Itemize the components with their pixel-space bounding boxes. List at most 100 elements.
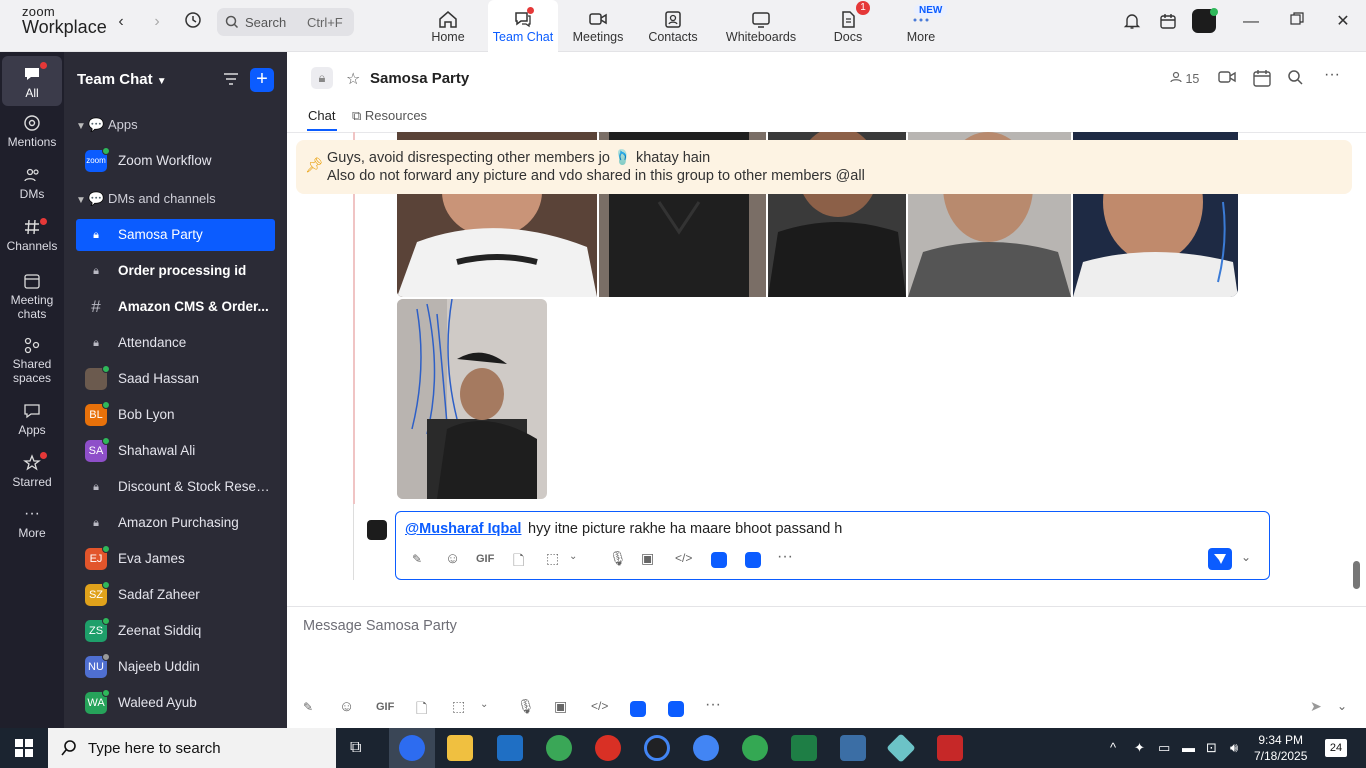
- app-blue-icon[interactable]: [668, 701, 684, 717]
- app-blue-icon[interactable]: [745, 552, 761, 568]
- more-options-icon[interactable]: ···: [705, 696, 721, 714]
- rail-apps[interactable]: Apps: [2, 402, 62, 437]
- back-arrow-icon[interactable]: ‹: [110, 11, 132, 33]
- nav-whiteboards[interactable]: Whiteboards: [721, 0, 801, 52]
- tray-network-icon[interactable]: ⊡: [1206, 740, 1217, 756]
- format-icon[interactable]: ✎: [303, 700, 313, 714]
- file-explorer-icon[interactable]: [447, 735, 473, 761]
- scrollbar-thumb[interactable]: [1353, 561, 1360, 589]
- notification-center[interactable]: 24: [1325, 739, 1347, 757]
- code-icon[interactable]: </>: [675, 551, 692, 565]
- chrome-icon[interactable]: [644, 735, 670, 761]
- chrome-icon[interactable]: [595, 735, 621, 761]
- chat-item-bob-lyon[interactable]: BL Bob Lyon: [76, 399, 275, 431]
- tray-display-icon[interactable]: ▭: [1158, 740, 1170, 756]
- nav-docs[interactable]: 1 Docs: [813, 0, 883, 52]
- calendar-gift-icon[interactable]: [1158, 12, 1178, 32]
- nav-home[interactable]: Home: [413, 0, 483, 52]
- section-apps[interactable]: ▼ 💬 Apps: [76, 115, 138, 135]
- edit-message-text[interactable]: hyy itne picture rakhe ha maare bhoot pa…: [528, 521, 842, 537]
- section-dms-channels[interactable]: ▼ 💬 DMs and channels: [76, 189, 216, 209]
- calculator-icon[interactable]: [840, 735, 866, 761]
- tray-chevron-icon[interactable]: ^: [1110, 740, 1116, 755]
- windows-start-icon[interactable]: [15, 739, 33, 760]
- screenshot-icon[interactable]: ⬚: [546, 550, 559, 567]
- rail-more[interactable]: ··· More: [2, 506, 62, 541]
- nav-team-chat[interactable]: Team Chat: [488, 0, 558, 52]
- tab-chat[interactable]: Chat: [308, 108, 335, 123]
- tab-resources[interactable]: ⧉ Resources: [352, 108, 427, 124]
- chat-item-waleed-ayub[interactable]: WA Waleed Ayub: [76, 687, 275, 719]
- emoji-icon[interactable]: ☺: [445, 550, 460, 567]
- calendar-icon[interactable]: [1253, 69, 1271, 90]
- file-icon[interactable]: 🗋︎: [513, 550, 524, 574]
- format-icon[interactable]: ✎: [412, 552, 422, 566]
- chevron-down-icon[interactable]: ⌄: [1241, 550, 1251, 564]
- outlook-icon[interactable]: [497, 735, 523, 761]
- rail-shared-spaces[interactable]: Shared spaces: [2, 336, 62, 385]
- edit-message-box[interactable]: @Musharaf Iqbal hyy itne picture rakhe h…: [395, 511, 1270, 580]
- task-view-icon[interactable]: ⧉: [350, 739, 361, 757]
- chat-item-discount-stock[interactable]: 🔒︎ Discount & Stock Reser...: [76, 471, 275, 503]
- pinned-message[interactable]: 📌︎ Guys, avoid disrespecting other membe…: [296, 140, 1352, 194]
- code-icon[interactable]: </>: [591, 699, 608, 713]
- rail-mentions[interactable]: Mentions: [2, 114, 62, 149]
- nav-meetings[interactable]: Meetings: [563, 0, 633, 52]
- chrome-icon[interactable]: [546, 735, 572, 761]
- chat-item-attendance[interactable]: 🔒︎ Attendance: [76, 327, 275, 359]
- send-button[interactable]: [1208, 548, 1232, 570]
- chat-item-shahawal-ali[interactable]: SA Shahawal Ali: [76, 435, 275, 467]
- emoji-icon[interactable]: ☺: [339, 698, 354, 715]
- chat-item-amazon-cms[interactable]: # Amazon CMS & Order...: [76, 291, 275, 323]
- filter-icon[interactable]: [222, 70, 240, 91]
- rail-all[interactable]: All: [2, 56, 62, 106]
- search-input[interactable]: Search Ctrl+F: [217, 8, 354, 36]
- more-options-icon[interactable]: ···: [1324, 66, 1340, 84]
- chat-item-zeenat-siddiq[interactable]: ZS Zeenat Siddiq: [76, 615, 275, 647]
- microphone-icon[interactable]: 🎙︎: [517, 698, 535, 715]
- restore-icon[interactable]: [1287, 12, 1307, 32]
- excel-icon[interactable]: [791, 735, 817, 761]
- rail-starred[interactable]: Starred: [2, 452, 62, 489]
- zoom-app-icon[interactable]: [399, 735, 425, 761]
- channel-title[interactable]: Samosa Party: [370, 70, 469, 87]
- screenshot-icon[interactable]: ⬚: [452, 698, 465, 715]
- chat-item-amazon-purchasing[interactable]: 🔒︎ Amazon Purchasing: [76, 507, 275, 539]
- chat-item-saad-hassan[interactable]: Saad Hassan: [76, 363, 275, 395]
- tray-volume-icon[interactable]: 🔊︎: [1230, 740, 1238, 756]
- search-icon[interactable]: [1287, 69, 1303, 88]
- minimize-icon[interactable]: —: [1241, 12, 1261, 32]
- forward-arrow-icon[interactable]: ›: [146, 11, 168, 33]
- rail-meeting-chats[interactable]: Meeting chats: [2, 272, 62, 321]
- chat-item-eva-james[interactable]: EJ Eva James: [76, 543, 275, 575]
- new-chat-button[interactable]: +: [250, 68, 274, 92]
- rail-dms[interactable]: DMs: [2, 166, 62, 201]
- shared-photo[interactable]: [397, 299, 547, 499]
- gif-icon[interactable]: GIF: [376, 701, 394, 713]
- file-icon[interactable]: 🗋︎: [416, 698, 427, 722]
- member-count[interactable]: 15: [1170, 71, 1199, 86]
- app-blue-icon[interactable]: [711, 552, 727, 568]
- chat-item-order-processing[interactable]: 🔒︎ Order processing id: [76, 255, 275, 287]
- mention-link[interactable]: @Musharaf Iqbal: [405, 521, 521, 537]
- tray-battery-icon[interactable]: ▬: [1182, 740, 1195, 755]
- rail-channels[interactable]: Channels: [2, 218, 62, 253]
- video-clip-icon[interactable]: ▣: [641, 550, 654, 567]
- video-clip-icon[interactable]: ▣: [554, 698, 567, 715]
- sidebar-title[interactable]: Team Chat ▼: [77, 71, 167, 88]
- taskbar-search[interactable]: Type here to search: [48, 728, 336, 768]
- microphone-icon[interactable]: 🎙︎: [609, 550, 627, 567]
- bell-icon[interactable]: [1122, 12, 1142, 32]
- chat-item-sadaf-zaheer[interactable]: SZ Sadaf Zaheer: [76, 579, 275, 611]
- nav-contacts[interactable]: Contacts: [638, 0, 708, 52]
- chrome-icon[interactable]: [742, 735, 768, 761]
- star-icon[interactable]: ☆: [346, 69, 360, 89]
- app-blue-icon[interactable]: [630, 701, 646, 717]
- message-input[interactable]: Message Samosa Party: [303, 618, 457, 634]
- app-item-zoom-workflow[interactable]: zoom Zoom Workflow: [76, 145, 275, 177]
- gif-icon[interactable]: GIF: [476, 553, 494, 565]
- chevron-down-icon[interactable]: ⌄: [480, 699, 488, 710]
- taskbar-clock[interactable]: 9:34 PM 7/18/2025: [1254, 732, 1307, 764]
- chevron-down-icon[interactable]: ⌄: [1337, 699, 1347, 713]
- more-options-icon[interactable]: ···: [777, 548, 793, 566]
